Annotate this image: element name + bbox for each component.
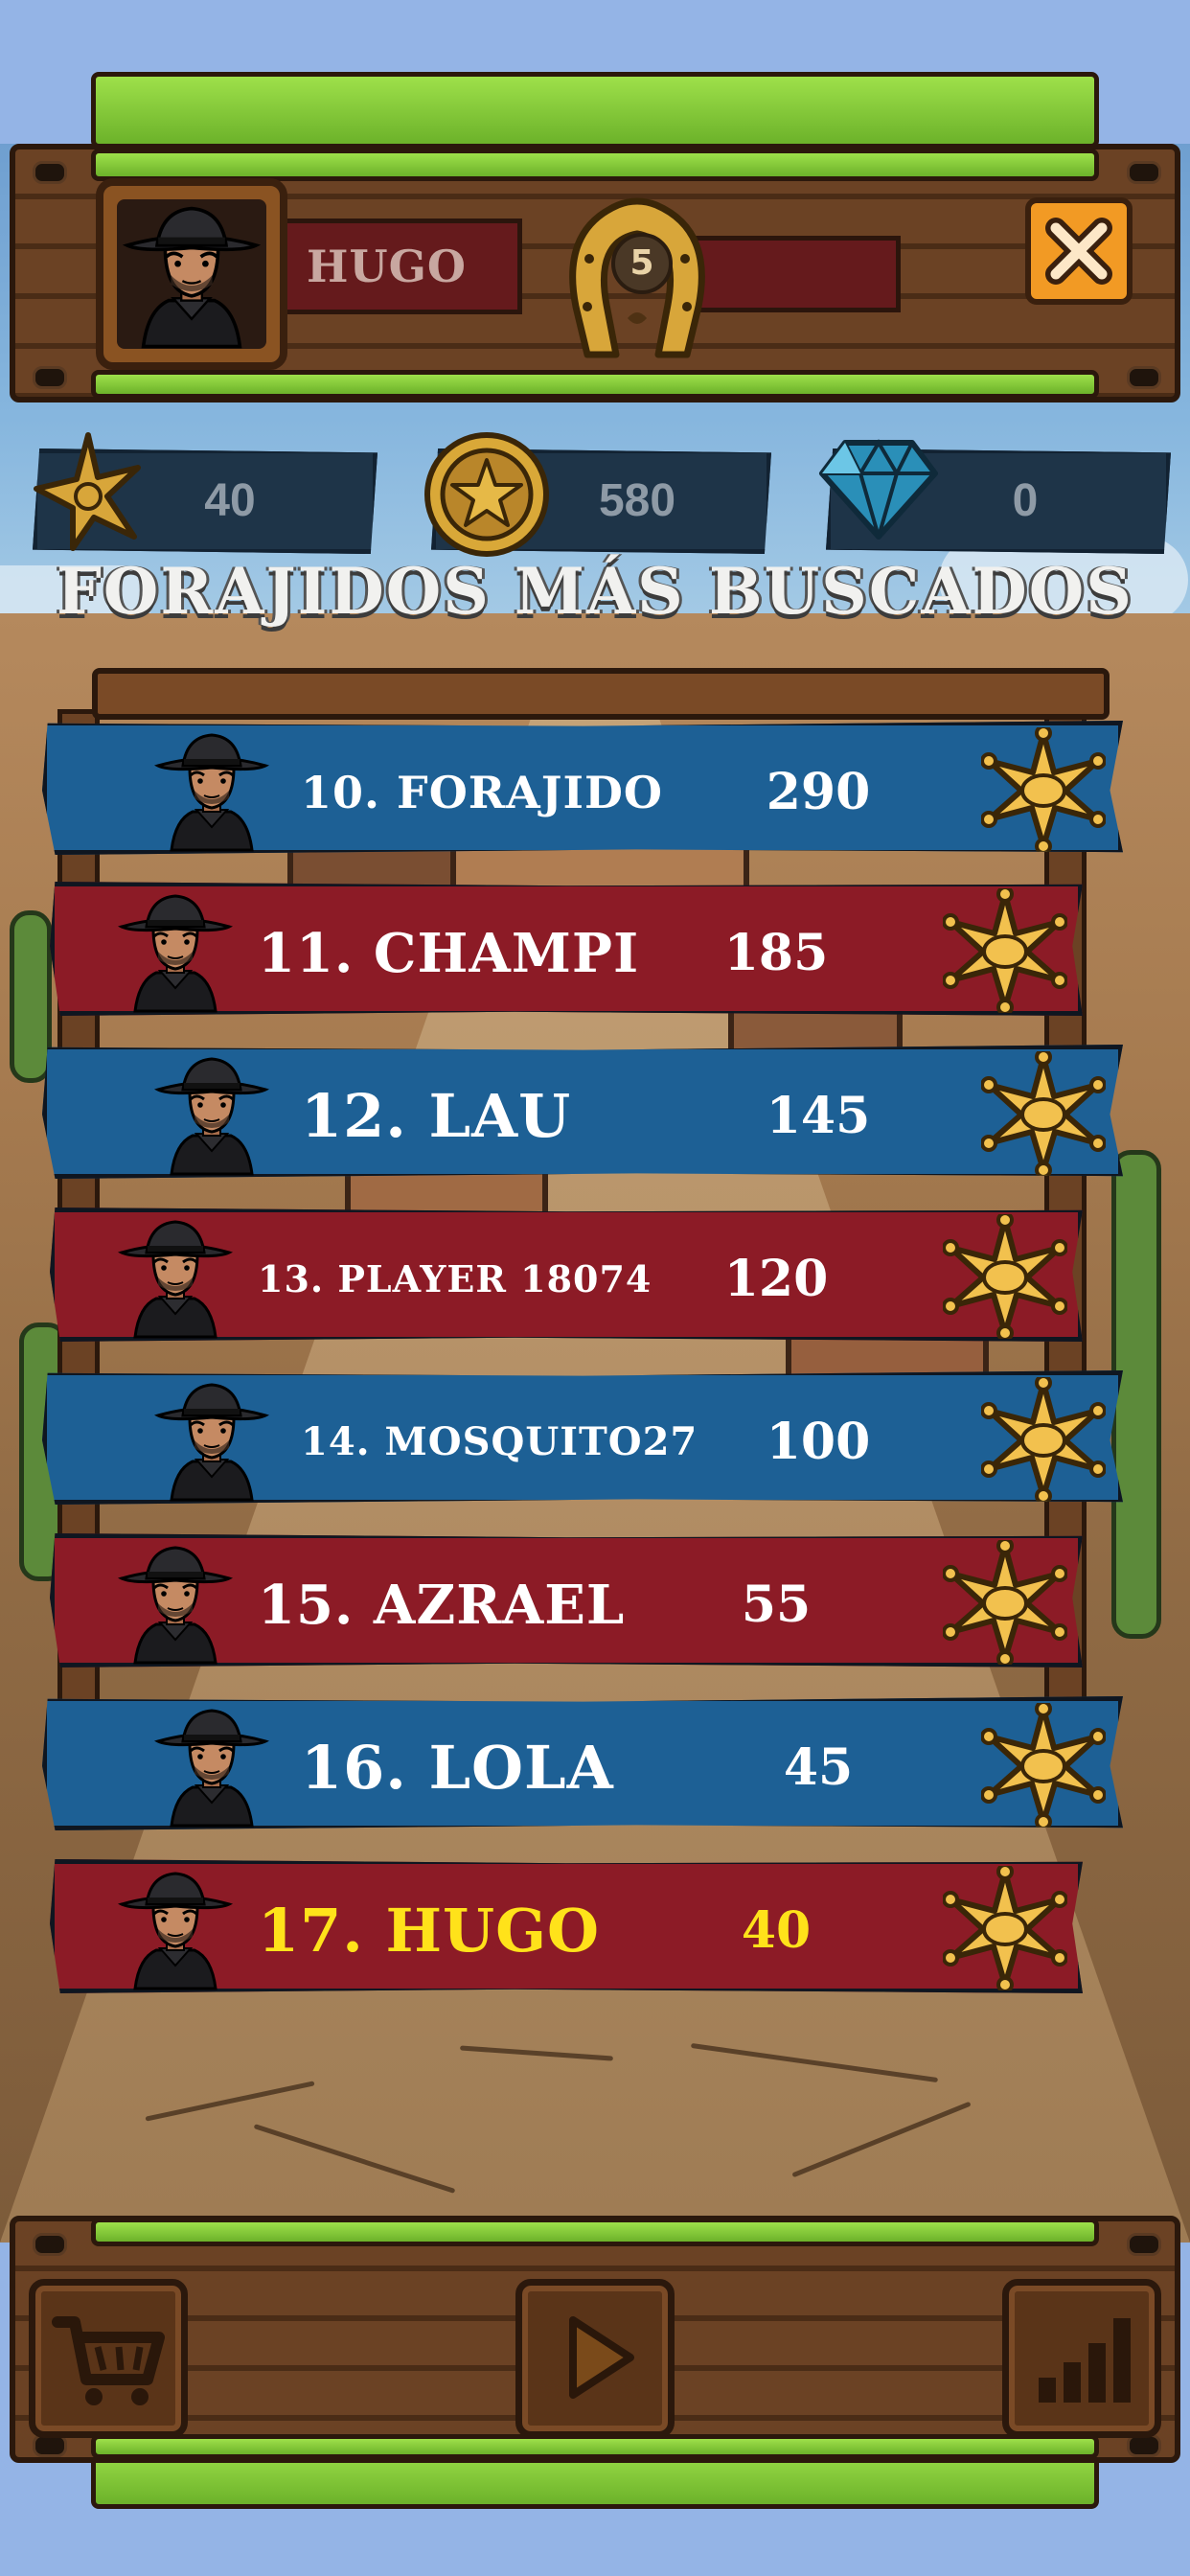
leaderboard-title: FORAJIDOS MÁS BUSCADOS xyxy=(57,554,1133,629)
outlaw-portrait-icon xyxy=(117,199,266,349)
sheriff-badge-icon xyxy=(981,727,1106,852)
leaderboard-row-score: 55 xyxy=(741,1576,812,1634)
sheriff-badge-icon xyxy=(981,1703,1106,1828)
play-button[interactable] xyxy=(515,2279,675,2438)
outlaw-avatar-icon xyxy=(154,1051,269,1176)
leaderboard-row-name: 13. PLAYER 18074 xyxy=(258,1257,652,1300)
leaderboard-row[interactable]: 15. AZRAEL 55 xyxy=(50,1533,1083,1668)
outlaw-avatar-icon xyxy=(118,1214,233,1339)
sheriff-badge-icon xyxy=(981,1377,1106,1502)
shop-button[interactable] xyxy=(29,2279,188,2438)
sheriff-star-icon xyxy=(34,432,141,551)
coins-count: 580 xyxy=(598,475,676,526)
leaderboard-row-name: 11. CHAMPI xyxy=(258,922,640,985)
outlaw-avatar-icon xyxy=(154,1377,269,1502)
leaderboard-row[interactable]: 12. LAU 145 xyxy=(42,1045,1123,1179)
close-button[interactable] xyxy=(1025,197,1133,305)
top-board-trim xyxy=(91,149,1099,181)
play-icon xyxy=(569,2316,634,2399)
player-avatar[interactable] xyxy=(96,178,287,370)
player-name-plate: HUGO xyxy=(283,218,522,314)
leaderboard-row[interactable]: 10. FORAJIDO 290 xyxy=(42,721,1123,855)
close-icon xyxy=(1045,218,1112,285)
leaderboard-row-name: 14. MOSQUITO27 xyxy=(301,1419,698,1464)
leaderboard-row[interactable]: 16. LOLA 45 xyxy=(42,1696,1123,1830)
leaderboard-row-name: 17. HUGO xyxy=(258,1896,601,1966)
leaderboard-row-name: 12. LAU xyxy=(301,1081,572,1151)
leaderboard-row-name: 15. AZRAEL xyxy=(258,1574,626,1637)
diamond-icon xyxy=(819,439,938,540)
top-board-trim xyxy=(91,370,1099,399)
sheriff-badge-icon xyxy=(981,1051,1106,1176)
sheriff-badge-icon xyxy=(943,1866,1067,1990)
leaderboard-row[interactable]: 13. PLAYER 18074 120 xyxy=(50,1208,1083,1342)
bolt-icon xyxy=(1127,161,1161,184)
gems-count: 0 xyxy=(1012,475,1039,526)
gold-coin-icon xyxy=(424,432,549,557)
outlaw-avatar-icon xyxy=(154,727,269,852)
stars-count: 40 xyxy=(204,475,256,526)
leaderboard-row-score: 145 xyxy=(766,1087,871,1145)
bolt-icon xyxy=(33,161,67,184)
game-screen: HUGO 5 40 580 0 FORAJIDOS MÁS BUSCADOS 1… xyxy=(0,0,1190,2576)
leaderboard-row-name: 16. LOLA xyxy=(301,1733,614,1803)
sheriff-badge-icon xyxy=(943,1540,1067,1665)
cactus xyxy=(1111,1150,1161,1639)
player-name: HUGO xyxy=(307,241,467,292)
leaderboard-row-current-player[interactable]: 17. HUGO 40 xyxy=(50,1859,1083,1993)
bolt-icon xyxy=(1127,366,1161,389)
leaderboard-row-score: 185 xyxy=(723,924,829,982)
sheriff-badge-icon xyxy=(943,1214,1067,1339)
leaderboard-row-score: 40 xyxy=(741,1901,812,1960)
outlaw-avatar-icon xyxy=(118,888,233,1013)
cart-icon xyxy=(52,2316,165,2405)
outlaw-avatar-icon xyxy=(154,1703,269,1828)
bolt-icon xyxy=(33,366,67,389)
outlaw-avatar-icon xyxy=(118,1866,233,1990)
bolt-icon xyxy=(1127,2233,1161,2256)
leaderboard-row[interactable]: 14. MOSQUITO27 100 xyxy=(42,1370,1123,1505)
cactus xyxy=(10,910,52,1083)
top-grass-strip xyxy=(91,72,1099,149)
sheriff-badge-icon xyxy=(943,888,1067,1013)
player-level: 5 xyxy=(611,233,673,294)
bolt-icon xyxy=(33,2233,67,2256)
bar-chart-icon xyxy=(1039,2318,1131,2403)
leaderboard-row-score: 45 xyxy=(783,1738,854,1797)
leaderboard-row[interactable]: 11. CHAMPI 185 xyxy=(50,882,1083,1016)
ranking-button[interactable] xyxy=(1002,2279,1161,2438)
leaderboard-row-name: 10. FORAJIDO xyxy=(301,767,663,818)
leaderboard-row-score: 100 xyxy=(766,1413,871,1471)
leaderboard-row-score: 120 xyxy=(723,1250,829,1308)
leaderboard-row-score: 290 xyxy=(766,763,871,821)
bottom-board-trim xyxy=(91,2218,1099,2246)
outlaw-avatar-icon xyxy=(118,1540,233,1665)
sign-beam xyxy=(92,668,1110,720)
